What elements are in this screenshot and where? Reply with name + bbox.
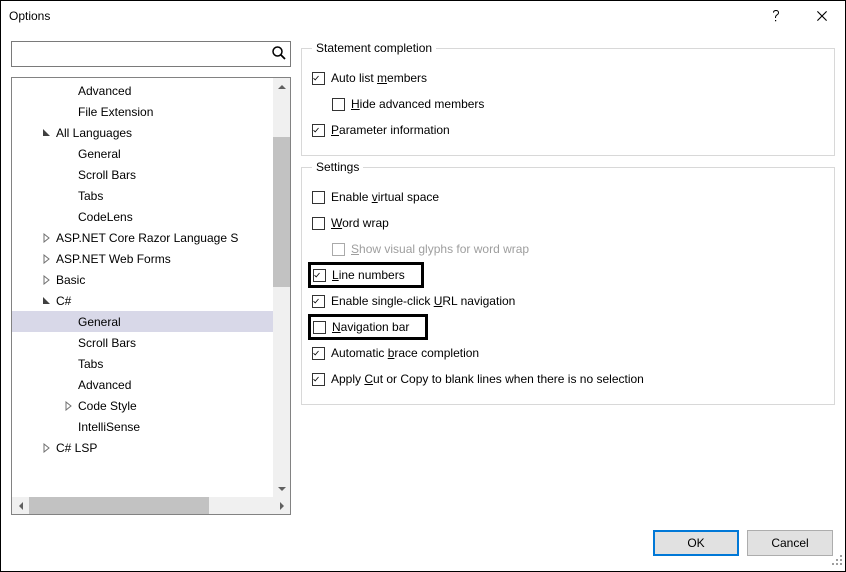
checkbox[interactable] [312, 217, 325, 230]
tree-node-label: Advanced [78, 84, 131, 98]
tree-node-label: General [78, 147, 121, 161]
word-wrap-row[interactable]: Word wrap [312, 210, 824, 236]
tree-node-label: All Languages [56, 126, 132, 140]
tree-node[interactable]: Tabs [12, 185, 290, 206]
scroll-right-icon[interactable] [273, 497, 290, 514]
tree-node[interactable]: Basic [12, 269, 290, 290]
auto-list-members-row[interactable]: Auto list members [312, 65, 824, 91]
expand-closed-icon[interactable] [62, 401, 76, 411]
tree-node[interactable]: Advanced [12, 374, 290, 395]
tree-node-label: Tabs [78, 357, 103, 371]
checkbox[interactable] [312, 124, 325, 137]
expand-open-icon[interactable] [40, 296, 54, 306]
search-input[interactable] [11, 41, 291, 67]
expand-closed-icon[interactable] [40, 443, 54, 453]
checkbox-label: Word wrap [331, 216, 389, 230]
tree-node-label: File Extension [78, 105, 153, 119]
group-legend: Statement completion [312, 41, 436, 55]
tree-node[interactable]: Scroll Bars [12, 164, 290, 185]
checkbox-label: Hide advanced members [351, 97, 484, 111]
checkbox-label: Apply Cut or Copy to blank lines when th… [331, 372, 644, 386]
tree-node[interactable]: IntelliSense [12, 416, 290, 437]
tree-node-label: IntelliSense [78, 420, 140, 434]
tree-node[interactable]: Scroll Bars [12, 332, 290, 353]
tree-node-label: C# LSP [56, 441, 97, 455]
window-title: Options [9, 9, 753, 23]
parameter-information-row[interactable]: Parameter information [312, 117, 824, 143]
tree-node-label: Advanced [78, 378, 131, 392]
statement-completion-group: Statement completion Auto list members H… [301, 41, 835, 156]
scroll-left-icon[interactable] [12, 497, 29, 514]
group-legend: Settings [312, 160, 363, 174]
show-glyphs-row: Show visual glyphs for word wrap [312, 236, 824, 262]
tree-node-label: Basic [56, 273, 85, 287]
tree-node[interactable]: C# LSP [12, 437, 290, 458]
virtual-space-row[interactable]: Enable virtual space [312, 184, 824, 210]
tree-node-label: Tabs [78, 189, 103, 203]
tree-node[interactable]: All Languages [12, 122, 290, 143]
checkbox-label: Auto list members [331, 71, 427, 85]
settings-group: Settings Enable virtual space Word wrap … [301, 160, 835, 405]
checkbox-label: Show visual glyphs for word wrap [351, 242, 529, 256]
checkbox-label: Line numbers [332, 268, 405, 282]
expand-closed-icon[interactable] [40, 275, 54, 285]
ok-button[interactable]: OK [653, 530, 739, 556]
checkbox-label: Automatic brace completion [331, 346, 479, 360]
scroll-thumb[interactable] [273, 137, 290, 287]
checkbox-label: Enable virtual space [331, 190, 439, 204]
search-icon[interactable] [271, 45, 287, 64]
tree-node-label: General [78, 315, 121, 329]
checkbox[interactable] [332, 98, 345, 111]
tree-node[interactable]: CodeLens [12, 206, 290, 227]
tree-node-label: Scroll Bars [78, 336, 136, 350]
scroll-up-icon[interactable] [273, 78, 290, 95]
tree-node-label: Scroll Bars [78, 168, 136, 182]
tree-vertical-scrollbar[interactable] [273, 78, 290, 497]
tree-node[interactable]: General [12, 143, 290, 164]
cut-copy-blank-row[interactable]: Apply Cut or Copy to blank lines when th… [312, 366, 824, 392]
cancel-button[interactable]: Cancel [747, 530, 833, 556]
tree-node-label: Code Style [78, 399, 137, 413]
checkbox[interactable] [313, 269, 326, 282]
options-tree[interactable]: Advanced File Extension All Languages Gener… [12, 78, 290, 497]
checkbox[interactable] [312, 191, 325, 204]
tree-node[interactable]: Tabs [12, 353, 290, 374]
url-navigation-row[interactable]: Enable single-click URL navigation [312, 288, 824, 314]
checkbox-label: Parameter information [331, 123, 450, 137]
hide-advanced-members-row[interactable]: Hide advanced members [312, 91, 824, 117]
navigation-bar-row[interactable]: Navigation bar [312, 314, 824, 340]
tree-node[interactable]: C# [12, 290, 290, 311]
tree-horizontal-scrollbar[interactable] [12, 497, 290, 514]
tree-node[interactable]: General [12, 311, 290, 332]
tree-node-label: C# [56, 294, 71, 308]
tree-node[interactable]: ASP.NET Core Razor Language S [12, 227, 290, 248]
tree-node[interactable]: Code Style [12, 395, 290, 416]
scroll-thumb-h[interactable] [29, 497, 209, 514]
scroll-down-icon[interactable] [273, 480, 290, 497]
checkbox-label: Enable single-click URL navigation [331, 294, 515, 308]
checkbox-label: Navigation bar [332, 320, 409, 334]
line-numbers-row[interactable]: Line numbers [312, 262, 824, 288]
close-button[interactable] [799, 1, 845, 31]
checkbox[interactable] [312, 347, 325, 360]
checkbox[interactable] [313, 321, 326, 334]
tree-node-label: ASP.NET Web Forms [56, 252, 171, 266]
tree-node-label: CodeLens [78, 210, 133, 224]
checkbox[interactable] [312, 373, 325, 386]
tree-node[interactable]: ASP.NET Web Forms [12, 248, 290, 269]
tree-node-label: ASP.NET Core Razor Language S [56, 231, 238, 245]
checkbox [332, 243, 345, 256]
brace-completion-row[interactable]: Automatic brace completion [312, 340, 824, 366]
checkbox[interactable] [312, 72, 325, 85]
expand-closed-icon[interactable] [40, 233, 54, 243]
expand-open-icon[interactable] [40, 128, 54, 138]
help-button[interactable] [753, 1, 799, 31]
tree-node[interactable]: File Extension [12, 101, 290, 122]
expand-closed-icon[interactable] [40, 254, 54, 264]
checkbox[interactable] [312, 295, 325, 308]
tree-node[interactable]: Advanced [12, 80, 290, 101]
resize-grip-icon[interactable] [831, 554, 843, 569]
